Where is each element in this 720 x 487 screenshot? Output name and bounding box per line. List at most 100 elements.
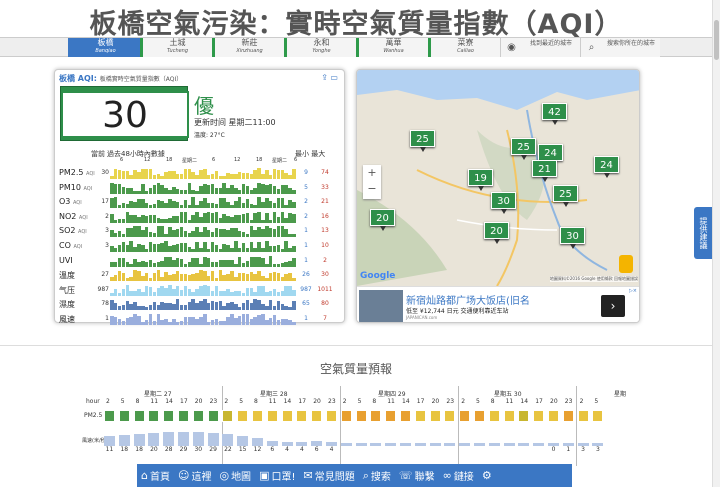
ad-banner[interactable]: 新宿灿路都广场大饭店(旧名 低至 ¥12,744 日元 交通便利靠近车站 JAP… [357,286,639,322]
search-city-button[interactable]: 搜索你所在的城市 [602,38,660,57]
zoom-out-button[interactable]: − [363,181,381,197]
map-marker[interactable]: 24 [538,144,563,166]
map-marker[interactable]: 21 [532,160,557,182]
pm25-forecast-cell[interactable] [518,410,530,422]
pm25-forecast-cell[interactable] [474,410,485,422]
pollutant-row[interactable]: PM10 AQI 5 33 [59,181,342,195]
map-marker[interactable]: 25 [410,130,435,152]
pm25-forecast-cell[interactable] [548,410,559,422]
pm25-forecast-cell[interactable] [503,410,515,422]
map-marker[interactable]: 42 [542,103,567,125]
nav-here[interactable]: ☺ 這裡 [178,468,211,483]
pm25-forecast-cell[interactable] [296,410,308,422]
pm25-forecast-cell[interactable] [488,410,500,422]
pm25-forecast-cell[interactable] [592,410,604,422]
nav-label: 口罩! [271,472,296,483]
nav-contact[interactable]: ☏ 聯繫 [399,468,435,483]
pm25-forecast-cell[interactable] [459,410,471,422]
pm25-forecast-cell[interactable] [444,410,456,422]
pm25-forecast-cell[interactable] [133,410,145,422]
tab-sublabel: Yonghe [312,48,331,54]
locate-icon[interactable]: ◉ [500,38,522,57]
pm25-forecast-cell[interactable] [311,410,323,422]
pollutant-row[interactable]: SO2 AQI 3 1 13 [59,224,342,238]
pm25-forecast-cell[interactable] [355,410,367,422]
tab-tucheng[interactable]: 土城 Tucheng [140,38,212,57]
tab-banqiao[interactable]: 板橋 Banqiao [68,38,140,57]
pm25-forecast-cell[interactable] [207,410,219,422]
wind-value: 4 [285,446,289,453]
pm25-forecast-cell[interactable] [281,410,293,422]
map-marker[interactable]: 25 [553,185,578,207]
pollutant-row[interactable]: 濕度 78 65 80 [59,297,342,311]
pollutant-row[interactable]: PM2.5 AQI 30 9 74 [59,166,342,180]
tab-wanhua[interactable]: 萬華 Wanhua [356,38,428,57]
pm25-forecast-cell[interactable] [163,410,175,422]
map-view[interactable]: 42 25 25 24 24 19 21 25 30 20 20 30 + − G… [357,70,639,286]
pollutant-name: PM10 [59,182,81,192]
pm25-forecast-cell[interactable] [192,410,204,422]
pm25-forecast-cell[interactable] [400,410,411,422]
share-icon[interactable]: ⇪ ▭ [321,73,338,82]
pm25-forecast-cell[interactable] [178,410,189,422]
map-marker[interactable]: 25 [511,138,536,160]
pm25-forecast-cell[interactable] [577,410,589,422]
nav-faq[interactable]: ✉ 常見問題 [303,468,354,483]
map-marker[interactable]: 19 [468,169,493,191]
adchoices-icon[interactable]: ▷× [629,288,637,294]
forecast-hour: 2 [342,398,347,405]
scrollbar-thumb[interactable] [714,20,719,60]
map-copyright[interactable]: 地圖資料©2016 Google 使用條款 回報地圖錯誤 [549,276,638,282]
page-scrollbar[interactable] [712,0,720,487]
pm25-forecast-cell[interactable] [385,410,397,422]
pm25-forecast-cell[interactable] [326,410,337,422]
pm25-forecast-cell[interactable] [414,410,426,422]
map-marker[interactable]: 20 [484,222,509,244]
tab-cailiao[interactable]: 菜寮 Cailiao [428,38,500,57]
nav-mask[interactable]: ▣ 口罩! [259,468,295,483]
ad-arrow-button[interactable]: › [601,295,625,317]
pollutant-row[interactable]: CO AQI 3 1 10 [59,239,342,253]
hour-label: hour [86,398,100,405]
search-icon[interactable]: ⌕ [580,38,602,57]
pm25-forecast-cell[interactable] [222,410,234,422]
find-nearest-button[interactable]: 找到最近的城市 [522,38,580,57]
nav-settings[interactable]: ⚙ [482,469,494,482]
pollutant-row[interactable]: NO2 AQI 2 2 16 [59,210,342,224]
pm25-forecast-cell[interactable] [266,410,278,422]
map-marker[interactable]: 30 [491,192,516,214]
pm25-forecast-cell[interactable] [148,410,160,422]
pegman-icon[interactable] [619,255,633,273]
tab-yonghe[interactable]: 永和 Yonghe [284,38,356,57]
pm25-forecast-cell[interactable] [104,410,115,422]
pm25-forecast-cell[interactable] [252,410,263,422]
pollutant-row[interactable]: 气压 987 987 1011 [59,283,342,297]
feedback-button[interactable]: 提供建議 [694,207,712,259]
nav-links[interactable]: ∞ 鏈接 [443,468,474,483]
nav-map[interactable]: ◎ 地圖 [219,468,251,483]
pm25-forecast-cell[interactable] [237,410,249,422]
pm25-forecast-cell[interactable] [340,410,352,422]
map-zoom-control[interactable]: + − [363,165,381,199]
map-marker[interactable]: 20 [370,209,395,231]
pm25-forecast-cell[interactable] [429,410,441,422]
pm25-forecast-cell[interactable] [118,410,130,422]
map-marker[interactable]: 24 [594,156,619,178]
sparkline-bar [292,202,296,209]
pollutant-row[interactable]: 溫度 27 26 30 [59,268,342,282]
ad-image[interactable] [359,290,403,322]
pm25-forecast-cell[interactable] [533,410,545,422]
hour-tick: 12 [234,157,241,163]
nav-search[interactable]: ⌕ 搜索 [363,468,391,484]
pollutant-row[interactable]: UVI 1 2 [59,254,342,268]
pollutant-row[interactable]: 風速 1 1 7 [59,312,342,326]
pm25-forecast-cell[interactable] [562,410,574,422]
ad-title[interactable]: 新宿灿路都广场大饭店(旧名 [406,292,530,307]
nav-home[interactable]: ⌂ 首頁 [141,468,170,483]
pm25-forecast-cell[interactable] [370,410,382,422]
tab-xinzhuang[interactable]: 新莊 Xinzhuang [212,38,284,57]
zoom-in-button[interactable]: + [363,165,381,181]
pollutant-row[interactable]: O3 AQI 17 2 21 [59,195,342,209]
map-marker[interactable]: 30 [560,227,585,249]
forecast-hour: 8 [490,398,495,405]
